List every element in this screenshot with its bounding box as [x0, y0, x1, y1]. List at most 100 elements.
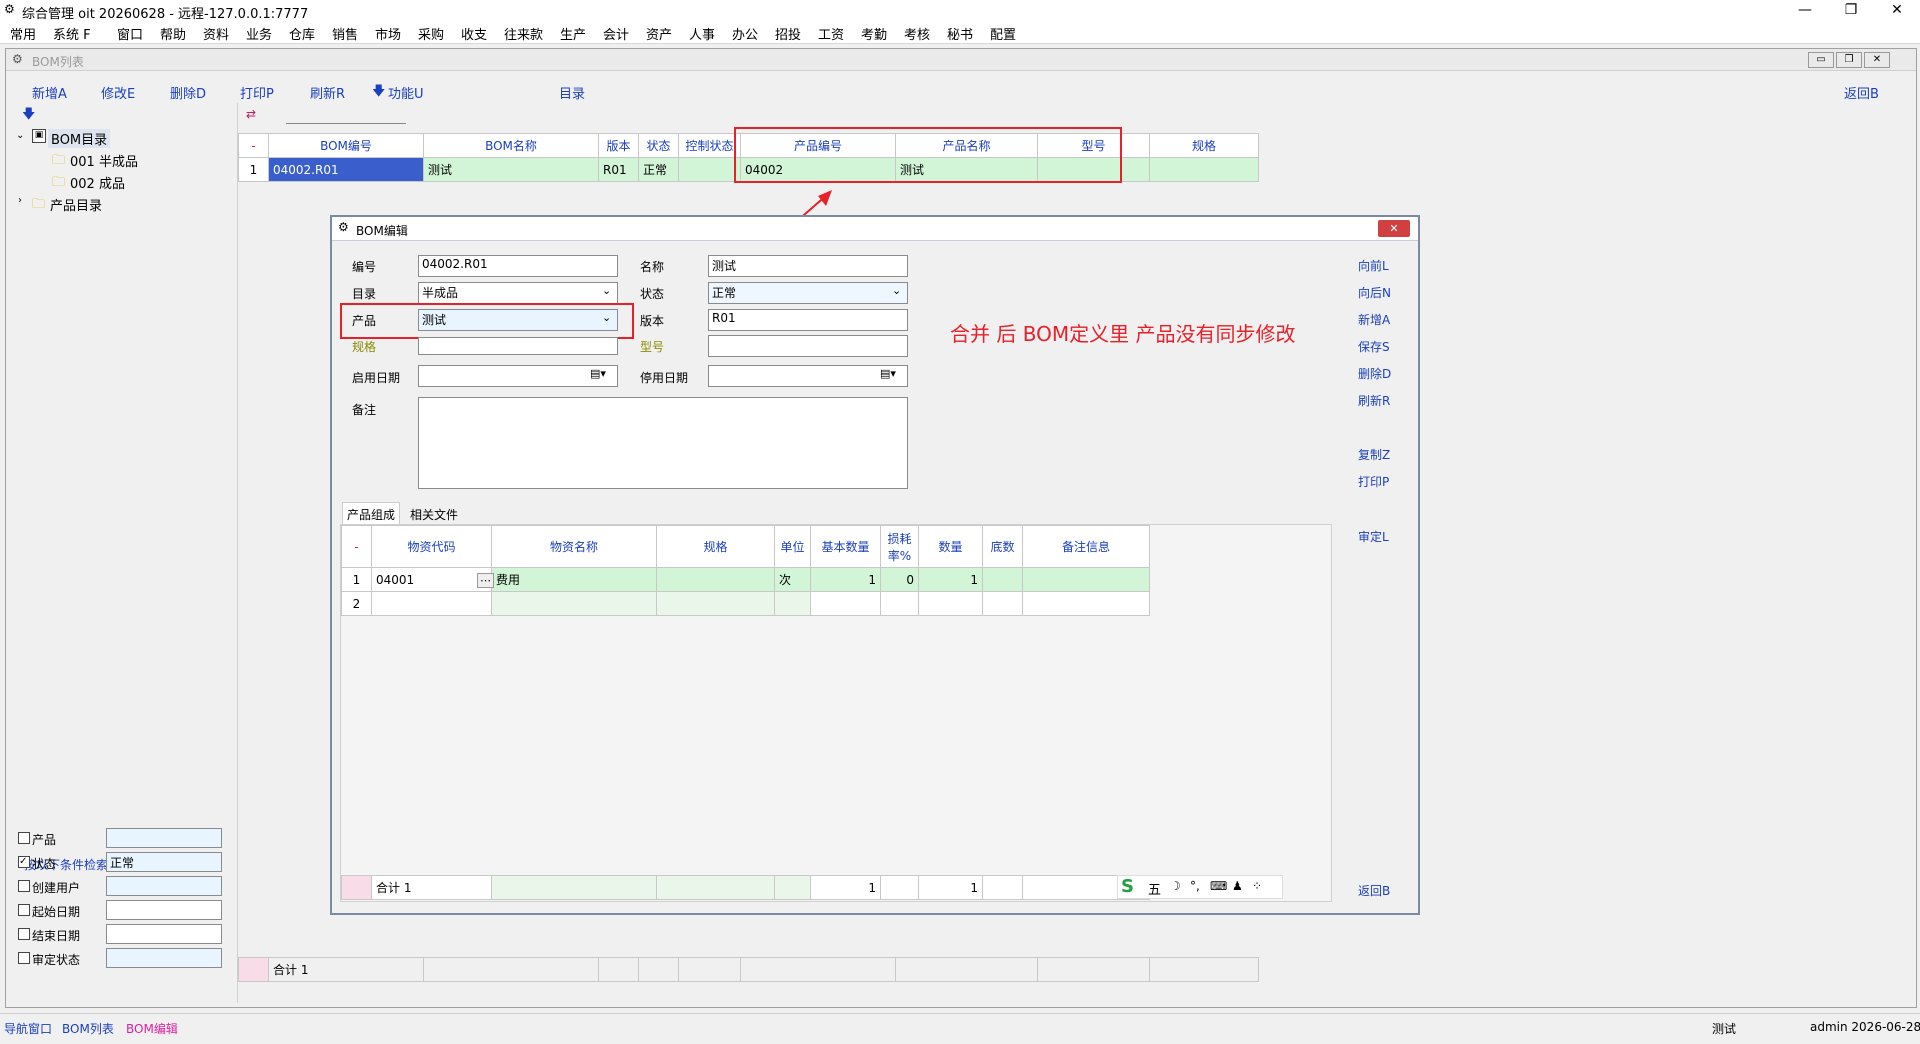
dialog-copy-button[interactable]: 复制Z: [1358, 446, 1390, 463]
cell-material-code[interactable]: 04001: [371, 567, 492, 592]
cell-status[interactable]: 正常: [638, 157, 679, 182]
column-header[interactable]: 物资名称: [491, 525, 657, 568]
creator-filter-input[interactable]: [106, 876, 222, 896]
status-select[interactable]: 正常: [708, 282, 908, 304]
delete-button[interactable]: 删除D: [170, 83, 206, 102]
menu-item[interactable]: 秘书: [947, 24, 973, 43]
menu-item[interactable]: 窗口: [117, 24, 143, 43]
cell-material-code[interactable]: [371, 591, 492, 616]
menu-item[interactable]: 系统 F: [53, 24, 91, 43]
dialog-audit-button[interactable]: 审定L: [1358, 528, 1389, 545]
menu-item[interactable]: 销售: [332, 24, 358, 43]
cell-unit[interactable]: [774, 591, 811, 616]
menu-item[interactable]: 考勤: [861, 24, 887, 43]
table-row[interactable]: 2: [341, 591, 1150, 616]
dialog-save-button[interactable]: 保存S: [1358, 338, 1390, 355]
dialog-print-button[interactable]: 打印P: [1358, 473, 1389, 490]
model-input[interactable]: [708, 335, 908, 357]
cell-material-name[interactable]: [491, 591, 657, 616]
tree-item-product[interactable]: 002 成品: [70, 173, 125, 192]
column-header[interactable]: 版本: [598, 133, 639, 158]
grid-icon[interactable]: ⁘: [1252, 879, 1262, 893]
next-button[interactable]: 向后N: [1358, 284, 1391, 301]
checkbox-checked[interactable]: ✓: [18, 856, 30, 868]
catalog-select[interactable]: 半成品: [418, 282, 618, 304]
column-header[interactable]: 数量: [918, 525, 983, 568]
moon-icon[interactable]: ☽: [1170, 879, 1181, 893]
end-date-filter[interactable]: [106, 924, 222, 944]
product-filter-input[interactable]: [106, 828, 222, 848]
checkbox[interactable]: [18, 832, 30, 844]
column-header[interactable]: 单位: [774, 525, 811, 568]
column-header[interactable]: 损耗率%: [880, 525, 919, 568]
menu-item[interactable]: 招投: [775, 24, 801, 43]
dialog-refresh-button[interactable]: 刷新R: [1358, 392, 1390, 409]
ime-mode[interactable]: 五: [1148, 879, 1161, 898]
column-header[interactable]: BOM编号: [268, 133, 424, 158]
cell-spec[interactable]: [656, 591, 775, 616]
column-header[interactable]: -: [238, 133, 269, 158]
status-tab-bom-list[interactable]: BOM列表: [62, 1020, 114, 1037]
table-row[interactable]: 1 04001 费用 次 1 0 1: [341, 567, 1150, 592]
status-tab-nav[interactable]: 导航窗口: [4, 1020, 52, 1037]
menu-item[interactable]: 资料: [203, 24, 229, 43]
column-header[interactable]: 控制状态: [678, 133, 741, 158]
ellipsis-button[interactable]: ⋯: [477, 573, 494, 588]
column-header[interactable]: 基本数量: [810, 525, 881, 568]
cell-base-num[interactable]: [982, 591, 1023, 616]
menu-item[interactable]: 会计: [603, 24, 629, 43]
menu-item[interactable]: 生产: [560, 24, 586, 43]
status-filter-select[interactable]: 正常: [106, 852, 222, 872]
column-header[interactable]: BOM名称: [423, 133, 599, 158]
checkbox[interactable]: [18, 880, 30, 892]
cell-remark[interactable]: [1022, 567, 1150, 592]
cell-spec[interactable]: [656, 567, 775, 592]
child-close-button[interactable]: ✕: [1864, 52, 1890, 68]
cell-base-num[interactable]: [982, 567, 1023, 592]
cell-qty[interactable]: [918, 591, 983, 616]
column-header[interactable]: -: [341, 525, 372, 568]
column-header[interactable]: 规格: [656, 525, 775, 568]
tree-item-semi-product[interactable]: 001 半成品: [70, 151, 138, 170]
keyboard-icon[interactable]: ⌨: [1210, 879, 1227, 893]
menu-item[interactable]: 考核: [904, 24, 930, 43]
status-tab-bom-edit[interactable]: BOM编辑: [126, 1020, 178, 1037]
menu-item[interactable]: 资产: [646, 24, 672, 43]
tree-collapse-icon[interactable]: ›: [18, 195, 22, 206]
cell-control-status[interactable]: [678, 157, 741, 182]
tab-product-composition[interactable]: 产品组成: [342, 502, 401, 524]
menu-item[interactable]: 人事: [689, 24, 715, 43]
remark-textarea[interactable]: [418, 397, 908, 489]
tree-root-bom-catalog[interactable]: BOM目录: [48, 129, 111, 148]
child-restore-button[interactable]: ❐: [1836, 52, 1862, 68]
cell-loss-rate[interactable]: 0: [880, 567, 919, 592]
maximize-button[interactable]: ❐: [1828, 0, 1874, 20]
menu-item[interactable]: 业务: [246, 24, 272, 43]
menu-item[interactable]: 市场: [375, 24, 401, 43]
child-minimize-button[interactable]: ▭: [1808, 52, 1834, 68]
new-button[interactable]: 新增A: [32, 83, 67, 102]
back-button[interactable]: 返回B: [1844, 83, 1879, 102]
column-header[interactable]: 状态: [638, 133, 679, 158]
edit-button[interactable]: 修改E: [101, 83, 135, 102]
dialog-close-button[interactable]: ✕: [1378, 220, 1410, 237]
cell-bom-code[interactable]: 04002.R01: [268, 157, 424, 182]
checkbox[interactable]: [18, 904, 30, 916]
minimize-button[interactable]: —: [1782, 0, 1828, 20]
tree-item-product-catalog[interactable]: 产品目录: [50, 195, 102, 214]
cell-remark[interactable]: [1022, 591, 1150, 616]
dialog-delete-button[interactable]: 删除D: [1358, 365, 1391, 382]
checkbox[interactable]: [18, 928, 30, 940]
cell-unit[interactable]: 次: [774, 567, 811, 592]
ime-logo[interactable]: S: [1121, 876, 1134, 897]
prev-button[interactable]: 向前L: [1358, 257, 1389, 274]
print-button[interactable]: 打印P: [240, 83, 274, 102]
start-date-filter[interactable]: [106, 900, 222, 920]
menu-item[interactable]: 仓库: [289, 24, 315, 43]
stop-date-input[interactable]: [708, 365, 908, 387]
column-header[interactable]: 规格: [1149, 133, 1259, 158]
tree-expand-icon[interactable]: ⌄: [16, 130, 24, 141]
arrow-down-icon[interactable]: 🡇: [22, 105, 35, 127]
start-date-input[interactable]: [418, 365, 618, 387]
spec-input[interactable]: [418, 337, 618, 355]
